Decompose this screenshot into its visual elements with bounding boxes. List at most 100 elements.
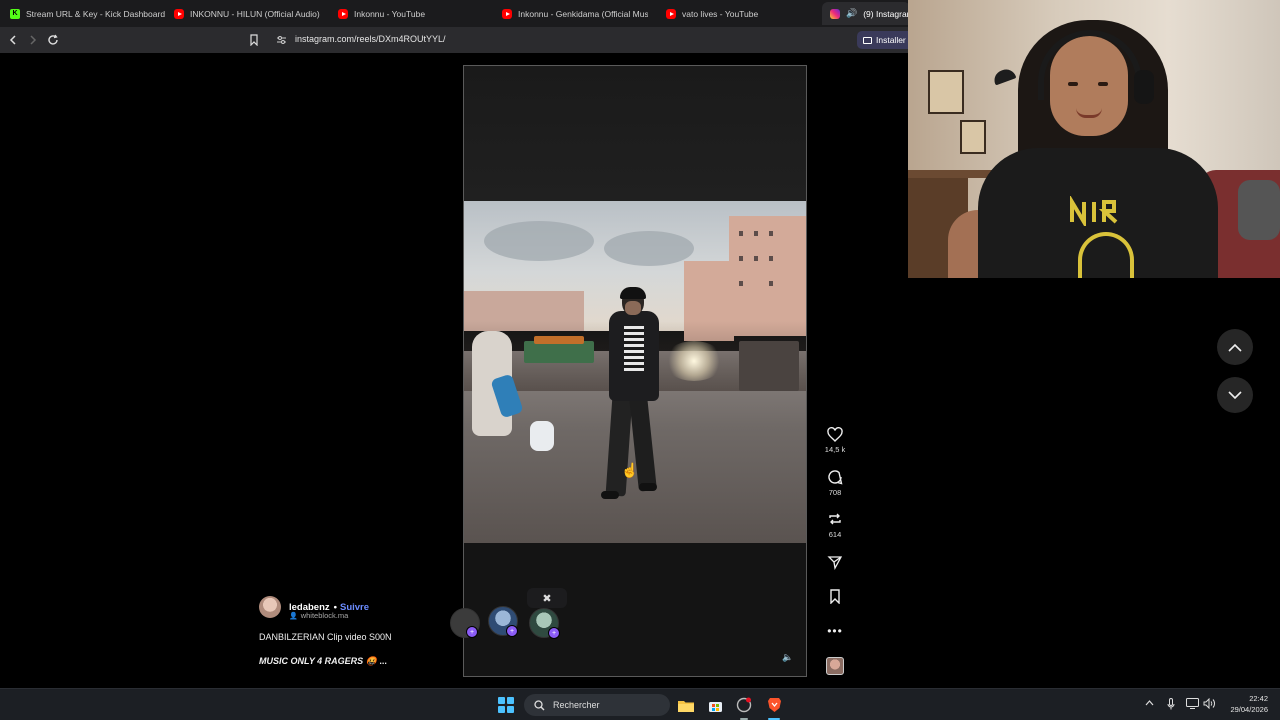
audio-tag[interactable]: 👤 whiteblock.ma	[289, 611, 348, 620]
video-window	[769, 256, 773, 261]
tab-label: Inkonnu - Genkidama (Official Music	[518, 8, 648, 19]
video-cloud	[604, 231, 694, 266]
video-window	[769, 281, 773, 286]
comment-icon	[826, 468, 844, 486]
repost-button[interactable]: 614	[820, 510, 850, 539]
instagram-icon	[830, 8, 840, 19]
speaker-icon: 🔈	[782, 652, 794, 662]
clock-date: 29/04/2026	[1230, 705, 1268, 714]
site-settings-button[interactable]	[273, 32, 289, 48]
reload-button[interactable]	[45, 32, 61, 48]
more-link[interactable]: ...	[379, 656, 387, 666]
video-frame	[464, 201, 806, 543]
monitor-icon	[863, 36, 872, 44]
kick-icon: K	[10, 8, 20, 19]
audio-label: whiteblock.ma	[300, 611, 349, 620]
windows-logo-icon	[498, 706, 505, 713]
youtube-icon	[666, 8, 676, 19]
back-button[interactable]	[5, 32, 21, 48]
audio-cover-thumbnail[interactable]	[826, 657, 844, 675]
youtube-icon	[338, 8, 348, 19]
tab-label: INKONNU - HILUN (Official Audio) P	[190, 8, 322, 19]
badge-icon: +	[506, 625, 518, 637]
video-window	[754, 231, 758, 236]
microphone-button[interactable]	[1167, 698, 1175, 713]
taskbar-search[interactable]: Rechercher	[524, 694, 670, 716]
next-reel-button[interactable]	[1217, 377, 1253, 413]
reel-caption-line2: MUSIC ONLY 4 RAGERS 🤬 ...	[259, 656, 387, 667]
webcam-picture-frame	[928, 70, 964, 114]
pinned-app-button[interactable]	[734, 695, 754, 715]
webcam-picture-frame	[960, 120, 986, 154]
windows-start-button[interactable]	[498, 697, 514, 713]
mute-button[interactable]: 🔈	[782, 652, 793, 663]
address-bar-row: instagram.com/reels/DXm4ROUtYYL/ Install…	[0, 27, 917, 53]
brave-browser-button[interactable]	[764, 695, 784, 715]
folder-icon	[678, 700, 694, 712]
reload-icon	[48, 34, 58, 45]
chevron-up-icon	[1145, 700, 1154, 706]
store-button[interactable]	[705, 695, 725, 715]
video-shoe	[639, 483, 657, 491]
comment-button[interactable]: 708	[820, 468, 850, 497]
tab-inkonnu-youtube[interactable]: Inkonnu - YouTube	[338, 4, 488, 23]
clock-time: 22:42	[1249, 694, 1268, 703]
taskbar-clock[interactable]: 22:42 29/04/2026	[1222, 693, 1268, 715]
webcam-cushion	[1238, 180, 1280, 240]
store-icon	[708, 701, 722, 712]
tab-kick-dashboard[interactable]: K Stream URL & Key - Kick Dashboard	[10, 4, 165, 23]
speaker-icon: 🔊	[846, 8, 858, 18]
volume-button[interactable]	[1203, 697, 1216, 712]
windows-logo-icon	[498, 697, 505, 704]
share-button[interactable]	[820, 553, 850, 571]
video-man-beanie	[620, 287, 646, 299]
repost-icon	[826, 510, 844, 528]
tab-inkonnu-genkidama[interactable]: Inkonnu - Genkidama (Official Music	[502, 4, 648, 23]
video-stall	[524, 341, 594, 363]
tab-instagram[interactable]: 🔊 (9) Instagram	[822, 2, 910, 25]
forward-button[interactable]	[25, 32, 41, 48]
video-plastic-bag	[530, 421, 554, 451]
tab-label: Stream URL & Key - Kick Dashboard	[26, 8, 165, 19]
taskbar: Rechercher 22:42 29/04/2026	[0, 688, 1280, 720]
video-crowd-right	[739, 341, 799, 391]
bookmark-icon	[826, 587, 844, 605]
search-placeholder: Rechercher	[553, 700, 600, 710]
network-icon	[1186, 698, 1199, 709]
back-arrow-icon	[9, 35, 16, 45]
install-label: Installer	[876, 35, 906, 45]
tab-label: Inkonnu - YouTube	[354, 8, 426, 19]
network-button[interactable]	[1186, 698, 1199, 712]
webcam-headset-earcup	[1134, 70, 1154, 104]
tab-vato-lives[interactable]: vato lives - YouTube	[666, 4, 816, 23]
save-button[interactable]	[820, 587, 850, 605]
volume-icon	[1203, 697, 1215, 710]
reel-video[interactable]: 🔈	[463, 65, 807, 677]
close-overlay-button[interactable]: ✖	[527, 588, 567, 608]
repost-count: 614	[828, 530, 842, 539]
youtube-icon	[174, 8, 184, 19]
webcam-shirt-print	[1068, 194, 1138, 233]
person-icon: 👤	[289, 612, 298, 620]
previous-reel-button[interactable]	[1217, 329, 1253, 365]
comment-count: 708	[828, 488, 842, 497]
video-shoe	[601, 491, 619, 499]
collaborator-avatars: + + +	[450, 606, 570, 642]
like-button[interactable]: 14,5 k	[820, 425, 850, 454]
tab-inkonnu-hilun[interactable]: INKONNU - HILUN (Official Audio) P	[174, 4, 322, 23]
chevron-down-icon	[1228, 390, 1242, 399]
app-icon	[736, 697, 752, 713]
tune-icon	[276, 36, 286, 44]
windows-logo-icon	[507, 706, 514, 713]
url-field[interactable]: instagram.com/reels/DXm4ROUtYYL/	[295, 34, 446, 44]
video-window	[739, 281, 743, 286]
search-icon	[534, 699, 545, 710]
more-options-button[interactable]: •••	[820, 622, 850, 640]
heart-icon	[826, 425, 844, 443]
tab-label: vato lives - YouTube	[682, 8, 759, 19]
send-icon	[826, 553, 844, 571]
bookmark-button[interactable]	[246, 32, 262, 48]
file-explorer-button[interactable]	[676, 695, 696, 715]
show-hidden-icons-button[interactable]	[1145, 698, 1154, 709]
author-avatar[interactable]	[259, 596, 281, 618]
